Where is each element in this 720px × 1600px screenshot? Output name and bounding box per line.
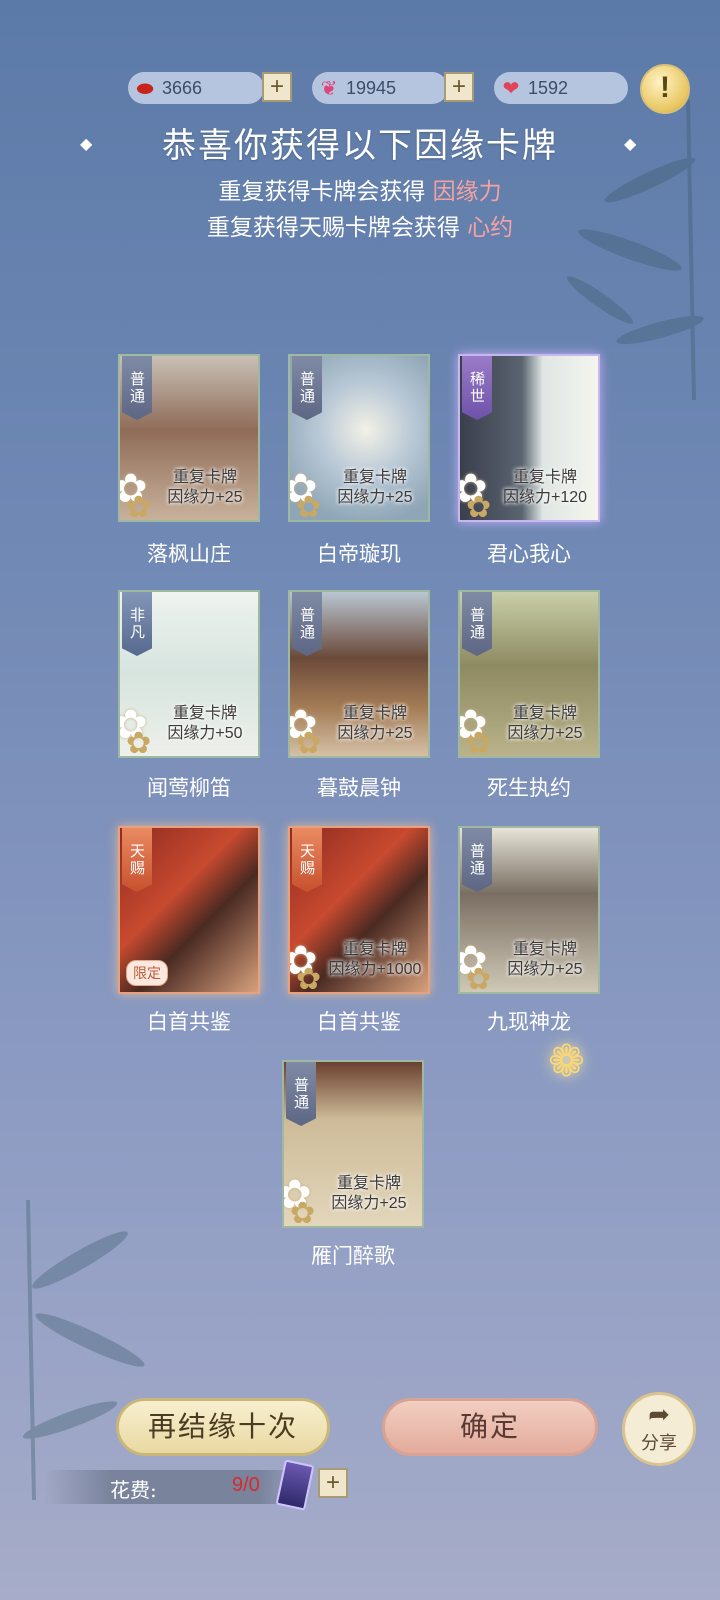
card-name: 白首共鉴: [317, 1010, 401, 1034]
duplicate-info: 重复卡牌 因缘力+25: [331, 1175, 407, 1212]
add-ticket-button[interactable]: +: [318, 1468, 348, 1498]
cost-bar: [44, 1470, 312, 1504]
duplicate-info: 重复卡牌 因缘力+50: [167, 705, 243, 742]
currency-red-bean: ⬬ 3666: [128, 72, 264, 104]
card-name: 雁门醉歌: [311, 1244, 395, 1268]
card-6[interactable]: 普通 ✿ ✿ 重复卡牌因缘力+25: [458, 590, 600, 758]
card-4[interactable]: 非凡 ✿ ✿ 重复卡牌因缘力+50: [118, 590, 260, 758]
card-3[interactable]: 稀世 ✿ ✿ 重复卡牌因缘力+120: [458, 354, 600, 522]
card-name: 白首共鉴: [147, 1010, 231, 1034]
red-bean-count: 3666: [162, 77, 203, 98]
share-button[interactable]: ➦ 分享: [622, 1392, 696, 1466]
flower-icon: ✿: [466, 962, 492, 994]
rarity-tag: 天赐: [122, 828, 152, 892]
subtitle-line-1: 重复获得卡牌会获得 因缘力: [218, 179, 502, 205]
duplicate-info: 重复卡牌 因缘力+25: [337, 469, 413, 506]
flower-icon: ✿: [466, 490, 492, 522]
add-butterfly-button[interactable]: +: [444, 72, 474, 102]
flower-icon: ✿: [296, 490, 322, 522]
card-name: 暮鼓晨钟: [317, 776, 401, 800]
card-5[interactable]: 普通 ✿ ✿ 重复卡牌因缘力+25: [288, 590, 430, 758]
share-label: 分享: [641, 1433, 677, 1454]
flower-icon: ✿: [290, 1196, 316, 1228]
heart-icon: ❤: [502, 76, 520, 100]
card-name: 白帝璇玑: [317, 542, 401, 566]
duplicate-info: 重复卡牌 因缘力+25: [507, 705, 583, 742]
red-bean-icon: ⬬: [136, 76, 154, 100]
duplicate-info: 重复卡牌 因缘力+25: [507, 941, 583, 978]
cost-value: 9/0: [232, 1474, 260, 1496]
confirm-button[interactable]: 确定: [382, 1398, 598, 1456]
duplicate-info: 重复卡牌 因缘力+120: [502, 469, 588, 506]
card-10[interactable]: 普通 ✿ ✿ 重复卡牌因缘力+25: [282, 1060, 424, 1228]
rarity-tag: 普通: [292, 592, 322, 656]
rarity-tag: 普通: [462, 828, 492, 892]
card-8[interactable]: 天赐 ✿ ✿ 重复卡牌因缘力+1000: [288, 826, 430, 994]
notice-icon[interactable]: !: [640, 64, 690, 114]
flower-icon: ✿: [466, 726, 492, 758]
duplicate-info: 重复卡牌 因缘力+1000: [328, 941, 422, 978]
currency-heart: ❤ 1592: [494, 72, 628, 104]
card-7[interactable]: 天赐 限定: [118, 826, 260, 994]
draw-ten-again-button[interactable]: 再结缘十次: [116, 1398, 330, 1456]
rarity-tag: 天赐: [292, 828, 322, 892]
card-name: 君心我心: [487, 542, 571, 566]
lotus-lantern-icon[interactable]: ❁: [548, 1036, 585, 1087]
limited-badge: 限定: [126, 960, 168, 986]
page-title: 恭喜你获得以下因缘卡牌: [162, 126, 558, 166]
flower-icon: ✿: [296, 726, 322, 758]
duplicate-info: 重复卡牌 因缘力+25: [337, 705, 413, 742]
card-2[interactable]: 普通 ✿ ✿ 重复卡牌因缘力+25: [288, 354, 430, 522]
currency-butterfly: ❦ 19945: [312, 72, 448, 104]
rarity-tag: 普通: [286, 1062, 316, 1126]
cost-label: 花费:: [110, 1478, 157, 1502]
rarity-tag: 非凡: [122, 592, 152, 656]
card-name: 落枫山庄: [147, 542, 231, 566]
flower-icon: ✿: [126, 726, 152, 758]
rarity-tag: 普通: [122, 356, 152, 420]
share-icon: ➦: [648, 1400, 670, 1430]
butterfly-count: 19945: [346, 77, 397, 98]
card-1[interactable]: 普通 ✿ ✿ 重复卡牌因缘力+25: [118, 354, 260, 522]
add-red-bean-button[interactable]: +: [262, 72, 292, 102]
duplicate-info: 重复卡牌 因缘力+25: [167, 469, 243, 506]
heart-count: 1592: [528, 77, 569, 98]
rarity-tag: 普通: [292, 356, 322, 420]
card-name: 九现神龙: [487, 1010, 571, 1034]
card-9[interactable]: 普通 ✿ ✿ 重复卡牌因缘力+25: [458, 826, 600, 994]
subtitle-line-2: 重复获得天赐卡牌会获得 心约: [206, 215, 514, 241]
rarity-tag: 普通: [462, 592, 492, 656]
butterfly-icon: ❦: [320, 76, 338, 100]
card-name: 闻莺柳笛: [147, 776, 231, 800]
flower-icon: ✿: [296, 962, 322, 994]
card-name: 死生执约: [487, 776, 571, 800]
rarity-tag: 稀世: [462, 356, 492, 420]
flower-icon: ✿: [126, 490, 152, 522]
